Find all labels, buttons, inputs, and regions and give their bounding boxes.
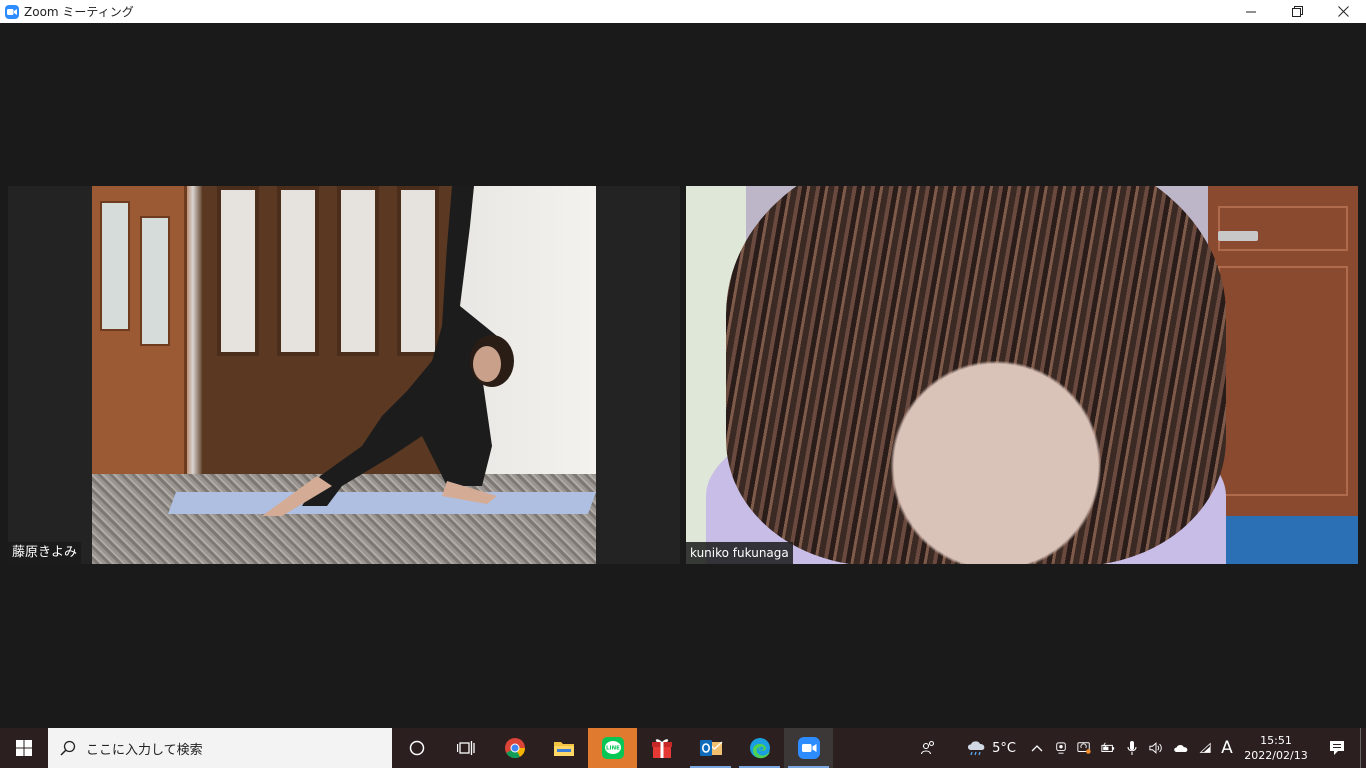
weather-temperature: 5°C [992, 740, 1016, 756]
cloud-icon [1174, 744, 1188, 752]
taskbar-zoom[interactable] [784, 728, 833, 768]
rain-cloud-icon [968, 741, 985, 756]
task-view-button[interactable] [441, 728, 490, 768]
action-center-button[interactable] [1314, 728, 1360, 768]
system-tray: 5°C A 15:51 2022/02/13 [898, 728, 1366, 768]
speaker-icon [1149, 742, 1162, 754]
participant-tile[interactable]: 藤原きよみ [8, 186, 680, 564]
tray-onedrive[interactable] [1168, 728, 1194, 768]
show-hidden-icons-button[interactable] [1024, 728, 1050, 768]
minimize-button[interactable] [1228, 0, 1274, 23]
taskbar-file-explorer[interactable] [539, 728, 588, 768]
input-language-indicator[interactable]: A [1216, 728, 1238, 768]
cortana-button[interactable] [392, 728, 441, 768]
window-title: Zoom ミーティング [24, 5, 134, 19]
taskbar-edge[interactable] [735, 728, 784, 768]
participant-tile[interactable]: kuniko fukunaga [686, 186, 1358, 564]
folder-icon [553, 742, 574, 756]
zoom-icon [797, 737, 820, 759]
taskbar-gift-app[interactable] [637, 728, 686, 768]
participant-video [92, 186, 596, 564]
restore-button[interactable] [1274, 0, 1320, 23]
windows-taskbar: ここに入力して検索 LINE 5°C A 15:51 2022/02/13 [0, 728, 1366, 768]
microphone-icon [1127, 741, 1137, 755]
show-desktop-button[interactable] [1360, 728, 1366, 768]
title-bar: Zoom ミーティング [0, 0, 1366, 23]
meeting-gallery-view: 藤原きよみ kuniko fukunaga [0, 23, 1366, 728]
tray-notification-app[interactable] [1072, 728, 1096, 768]
taskbar-chrome[interactable] [490, 728, 539, 768]
video-yoga-mat [1208, 516, 1358, 564]
participant-name-label: kuniko fukunaga [686, 542, 793, 564]
tray-network[interactable] [1194, 728, 1216, 768]
clock-time: 15:51 [1260, 734, 1292, 747]
battery-charging-icon [1101, 742, 1115, 752]
wifi-icon [1199, 742, 1211, 753]
clock-date: 2022/02/13 [1244, 749, 1308, 762]
people-icon [920, 740, 935, 755]
search-placeholder: ここに入力して検索 [86, 742, 203, 758]
webcam-icon [1056, 742, 1066, 754]
search-icon [60, 740, 76, 756]
chrome-icon [504, 738, 525, 759]
tray-people-button[interactable] [898, 728, 958, 768]
tray-microphone[interactable] [1120, 728, 1144, 768]
zoom-app-icon [5, 4, 19, 19]
tray-weather-widget[interactable]: 5°C [958, 728, 1024, 768]
gift-icon [651, 739, 672, 758]
line-app-icon: LINE [601, 737, 624, 759]
video-door-handle [1218, 231, 1258, 241]
windows-logo-icon [16, 740, 32, 756]
notification-icon [1330, 741, 1344, 755]
video-person-silhouette [262, 186, 514, 516]
close-icon [1337, 6, 1349, 17]
taskbar-outlook[interactable] [686, 728, 735, 768]
taskbar-clock[interactable]: 15:51 2022/02/13 [1238, 728, 1314, 768]
tray-volume[interactable] [1144, 728, 1168, 768]
video-person-hair [726, 186, 1226, 564]
minimize-icon [1246, 11, 1256, 12]
tray-battery[interactable] [1096, 728, 1120, 768]
outlook-icon [699, 740, 722, 756]
participant-name-label: 藤原きよみ [8, 542, 82, 564]
video-door [92, 186, 187, 476]
window-controls [1228, 0, 1366, 23]
cortana-icon [409, 740, 424, 756]
tray-meet-now[interactable] [1050, 728, 1072, 768]
edge-icon [749, 738, 770, 759]
start-button[interactable] [0, 728, 48, 768]
taskbar-line[interactable]: LINE [588, 728, 637, 768]
restore-icon [1291, 6, 1303, 17]
chevron-up-icon [1031, 745, 1043, 752]
close-button[interactable] [1320, 0, 1366, 23]
svg-text:LINE: LINE [606, 746, 620, 752]
taskbar-search-box[interactable]: ここに入力して検索 [48, 728, 392, 768]
screen-update-icon [1077, 742, 1091, 754]
task-view-icon [456, 741, 475, 755]
